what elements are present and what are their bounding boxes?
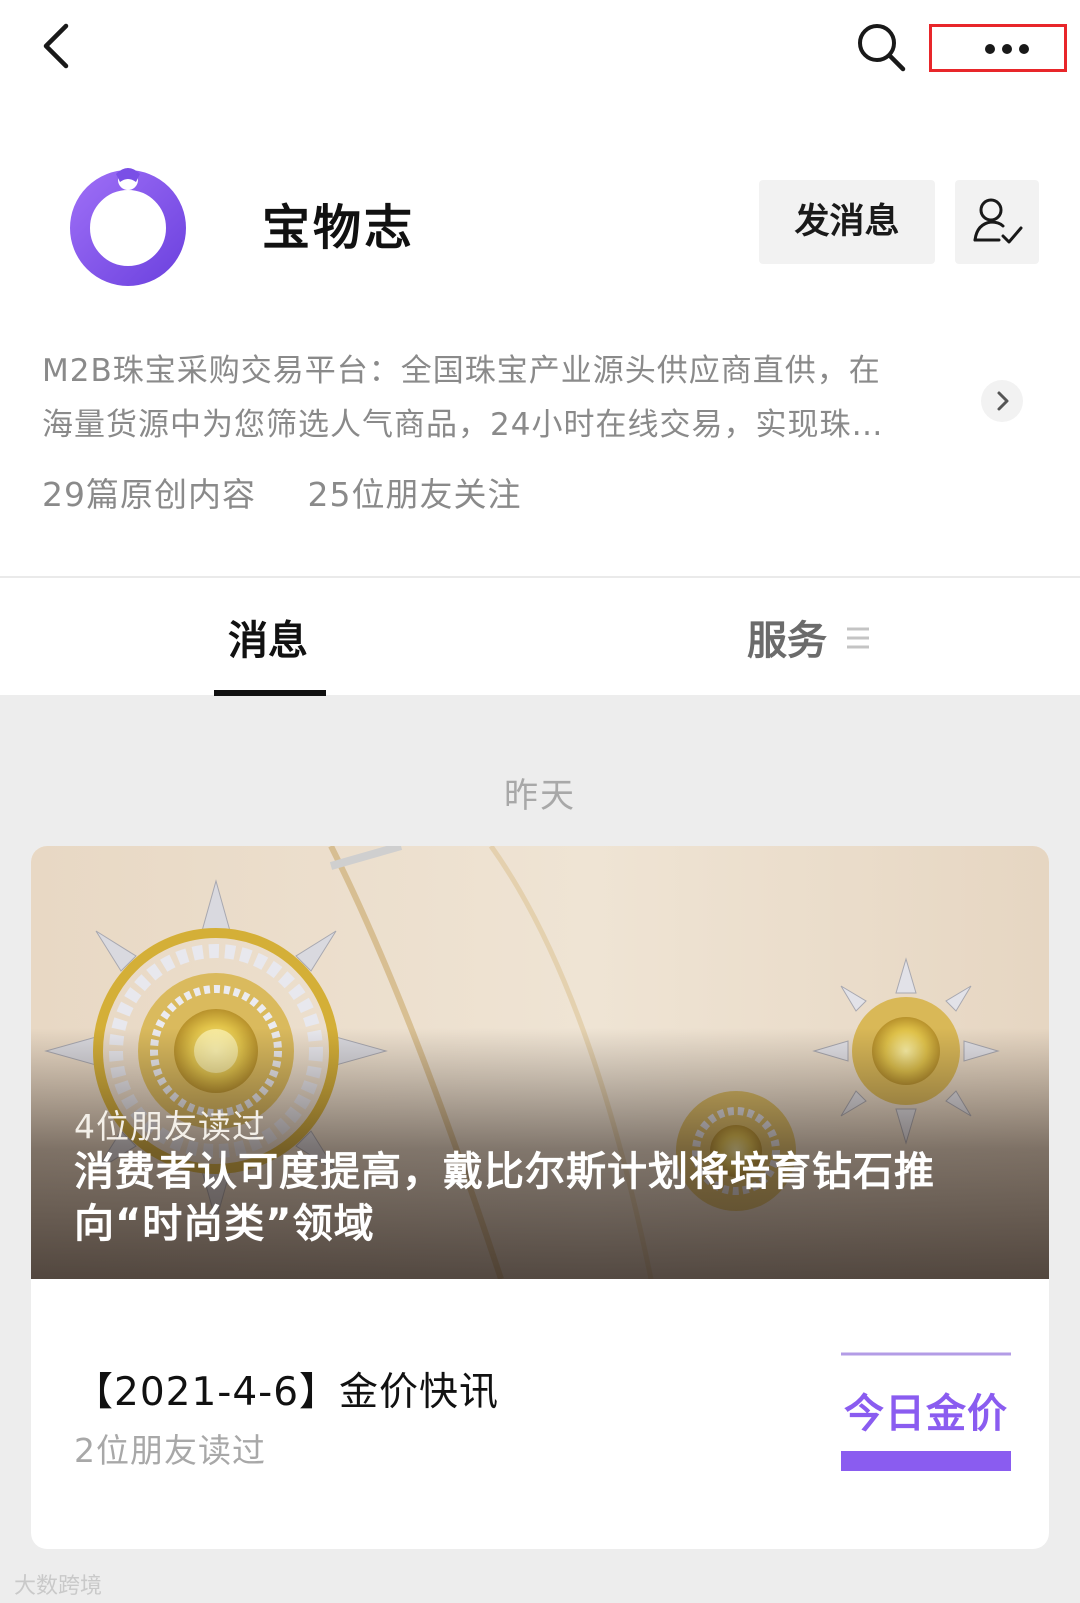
more-dot-icon: [985, 44, 995, 54]
account-avatar[interactable]: [62, 160, 194, 286]
send-message-button[interactable]: 发消息: [759, 180, 935, 264]
date-label: 昨天: [504, 776, 576, 816]
description-line: 海量货源中为您筛选人气商品，24小时在线交易，实现珠…: [42, 407, 884, 443]
back-icon[interactable]: [36, 18, 80, 74]
article-card: 4位朋友读过 消费者认可度提高，戴比尔斯计划将培育钻石推向“时尚类”领域 【20…: [31, 846, 1049, 1549]
article-title[interactable]: 消费者认可度提高，戴比尔斯计划将培育钻石推向“时尚类”领域: [74, 1146, 1004, 1250]
tab-messages[interactable]: 消息: [228, 608, 308, 666]
account-description[interactable]: M2B珠宝采购交易平台：全国珠宝产业源头供应商直供，在 海量货源中为您筛选人气商…: [42, 344, 964, 452]
account-stats: 29篇原创内容 25位朋友关注: [42, 468, 562, 516]
chevron-right-icon[interactable]: [981, 380, 1023, 422]
original-count: 29篇原创内容: [42, 475, 256, 514]
user-check-icon: [973, 198, 1023, 244]
article-readers: 4位朋友读过: [74, 1107, 266, 1146]
account-name: 宝物志: [262, 200, 416, 256]
nav-bar: [0, 0, 1080, 100]
article-title[interactable]: 【2021-4-6】金价快讯: [74, 1361, 499, 1417]
article-readers: 2位朋友读过: [74, 1431, 266, 1470]
search-icon[interactable]: [852, 18, 910, 76]
tab-services[interactable]: 服务: [747, 608, 827, 666]
article-thumbnail[interactable]: 今日金价: [841, 1351, 1011, 1487]
watermark: 大数跨境: [14, 1574, 103, 1599]
article-cover[interactable]: 4位朋友读过 消费者认可度提高，戴比尔斯计划将培育钻石推向“时尚类”领域: [31, 846, 1049, 1280]
description-line: M2B珠宝采购交易平台：全国珠宝产业源头供应商直供，在: [42, 353, 881, 389]
more-dot-icon: [1019, 44, 1029, 54]
thumbnail-text: 今日金价: [844, 1391, 1008, 1437]
active-tab-indicator: [214, 690, 326, 696]
more-dot-icon: [1002, 44, 1012, 54]
divider: [0, 576, 1080, 578]
account-header: 宝物志 发消息 M2B珠宝采购交易平台：全国珠宝产业源头供应商直供，在 海量货源…: [0, 0, 1080, 696]
followed-user-button[interactable]: [955, 180, 1039, 264]
menu-icon: [845, 625, 871, 651]
follower-count: 25位朋友关注: [307, 475, 522, 514]
more-options-button[interactable]: [929, 24, 1067, 72]
